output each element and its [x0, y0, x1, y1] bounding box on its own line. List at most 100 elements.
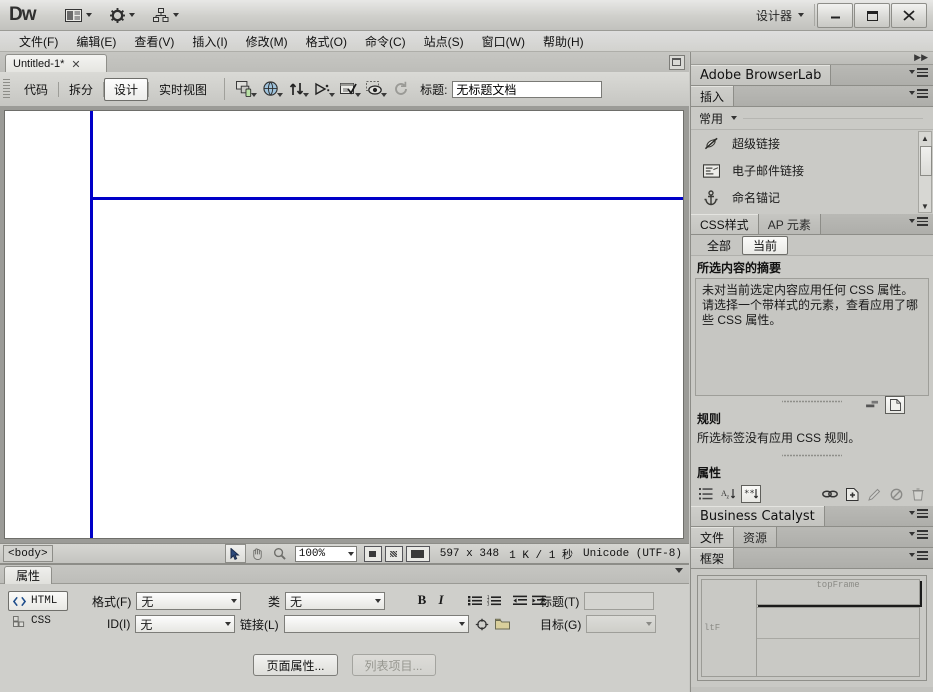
menu-help[interactable]: 帮助(H) — [534, 31, 593, 52]
panel-resize-grip[interactable] — [782, 398, 842, 405]
design-canvas[interactable] — [4, 110, 684, 539]
code-view-button[interactable]: 代码 — [14, 78, 58, 101]
link-select[interactable] — [284, 615, 469, 633]
files-panel-menu[interactable] — [907, 530, 928, 539]
css-mode-current-button[interactable]: 当前 — [742, 236, 788, 255]
tab-insert[interactable]: 插入 — [691, 86, 734, 106]
site-management-button[interactable] — [147, 3, 185, 27]
business-catalyst-panel-menu[interactable] — [907, 509, 928, 518]
menu-window[interactable]: 窗口(W) — [473, 31, 534, 52]
expand-panels-icon[interactable]: ▶▶ — [914, 53, 928, 62]
page-properties-button[interactable]: 页面属性... — [253, 654, 337, 676]
insert-panel-menu[interactable] — [907, 89, 928, 98]
html-mode-button[interactable]: HTML — [8, 591, 68, 611]
frame-left[interactable]: ltF — [701, 579, 757, 677]
menu-edit[interactable]: 编辑(E) — [67, 31, 125, 52]
refresh-design-view-button[interactable] — [388, 77, 414, 101]
alphabet-view-icon[interactable]: Az — [719, 486, 737, 502]
id-select[interactable]: 无 — [135, 615, 235, 633]
menu-file[interactable]: 文件(F) — [10, 31, 67, 52]
tab-files[interactable]: 文件 — [691, 527, 734, 547]
insert-list-scrollbar[interactable]: ▲ ▼ — [918, 131, 932, 213]
category-view-icon[interactable] — [697, 486, 715, 502]
menu-view[interactable]: 查看(V) — [125, 31, 183, 52]
visual-aids-button[interactable] — [362, 77, 388, 101]
live-view-button[interactable]: 实时视图 — [149, 78, 217, 101]
frame-top[interactable]: topFrame — [756, 579, 920, 605]
frames-diagram[interactable]: ltF topFrame — [697, 575, 927, 681]
target-select[interactable] — [586, 615, 656, 633]
class-select[interactable]: 无 — [285, 592, 385, 610]
scroll-up-icon[interactable]: ▲ — [919, 132, 931, 144]
frames-panel-menu[interactable] — [907, 551, 928, 560]
outdent-button[interactable] — [512, 592, 528, 608]
menu-insert[interactable]: 插入(I) — [183, 31, 236, 52]
scrollbar-thumb[interactable] — [920, 146, 932, 176]
tab-properties[interactable]: 属性 — [4, 566, 52, 584]
tab-css-styles[interactable]: CSS样式 — [691, 214, 759, 234]
tab-frames[interactable]: 框架 — [691, 548, 734, 568]
delete-property-icon[interactable] — [909, 486, 927, 502]
scroll-down-icon[interactable]: ▼ — [919, 200, 931, 212]
new-css-rule-icon[interactable] — [885, 396, 905, 414]
tab-ap-elements[interactable]: AP 元素 — [759, 214, 821, 234]
insert-item-email-link[interactable]: 电子邮件链接 — [691, 157, 933, 184]
file-management-button[interactable] — [284, 77, 310, 101]
window-size-medium-button[interactable] — [385, 546, 403, 562]
disable-property-icon[interactable] — [887, 486, 905, 502]
title-input[interactable] — [584, 592, 654, 610]
window-size-small-button[interactable] — [364, 546, 382, 562]
zoom-tool-button[interactable] — [269, 544, 290, 563]
edit-style-icon[interactable] — [865, 486, 883, 502]
close-button[interactable] — [891, 3, 927, 28]
design-view-button[interactable]: 设计 — [104, 78, 148, 101]
validate-markup-button[interactable] — [336, 77, 362, 101]
attach-style-sheet-icon[interactable] — [821, 486, 839, 502]
css-mode-all-button[interactable]: 全部 — [696, 236, 742, 255]
frame-main[interactable] — [756, 607, 920, 677]
show-category-view-icon[interactable] — [863, 396, 881, 412]
format-select[interactable]: 无 — [136, 592, 241, 610]
menu-site[interactable]: 站点(S) — [415, 31, 473, 52]
code-navigation-button[interactable] — [310, 77, 336, 101]
insert-item-named-anchor[interactable]: 命名锚记 — [691, 184, 933, 211]
css-mode-button[interactable]: CSS — [8, 611, 68, 631]
zoom-level-select[interactable]: 100% — [295, 546, 357, 562]
menu-modify[interactable]: 修改(M) — [237, 31, 297, 52]
preview-in-browser-button[interactable] — [258, 77, 284, 101]
restore-document-button[interactable] — [669, 55, 685, 70]
new-css-rule-button-icon[interactable] — [843, 486, 861, 502]
toolbar-gripper[interactable] — [3, 79, 10, 99]
browse-for-file-button[interactable] — [495, 616, 511, 632]
window-size-large-button[interactable] — [406, 546, 430, 562]
hand-tool-button[interactable] — [247, 544, 268, 563]
layout-switcher-button[interactable] — [59, 3, 98, 27]
collapse-panel-icon[interactable] — [675, 568, 683, 573]
point-to-file-button[interactable] — [474, 616, 490, 632]
ordered-list-button[interactable]: 123 — [486, 592, 502, 608]
select-tool-button[interactable] — [225, 544, 246, 563]
split-view-button[interactable]: 拆分 — [59, 78, 103, 101]
maximize-button[interactable] — [854, 3, 890, 28]
tag-selector[interactable]: <body> — [3, 545, 53, 562]
tab-assets[interactable]: 资源 — [734, 527, 777, 547]
css-panel-menu[interactable] — [907, 217, 928, 226]
insert-item-hyperlink[interactable]: 超级链接 — [691, 130, 933, 157]
tab-business-catalyst[interactable]: Business Catalyst — [691, 506, 825, 526]
panel-resize-grip[interactable] — [782, 452, 842, 459]
minimize-button[interactable] — [817, 3, 853, 28]
unordered-list-button[interactable] — [467, 592, 483, 608]
multiscreen-preview-button[interactable] — [232, 77, 258, 101]
frame-border-vertical[interactable] — [90, 111, 93, 538]
document-title-input[interactable] — [452, 81, 602, 98]
menu-commands[interactable]: 命令(C) — [356, 31, 415, 52]
document-tab[interactable]: Untitled-1* ✕ — [5, 54, 107, 73]
workspace-switcher[interactable]: 设计器 — [746, 5, 812, 26]
set-properties-view-icon[interactable]: ** — [741, 485, 761, 503]
tab-adobe-browserlab[interactable]: Adobe BrowserLab — [691, 65, 831, 85]
italic-button[interactable]: I — [433, 592, 449, 608]
menu-format[interactable]: 格式(O) — [297, 31, 356, 52]
frame-border-horizontal[interactable] — [90, 197, 683, 200]
extend-settings-button[interactable] — [104, 3, 141, 27]
list-item-button[interactable]: 列表项目... — [352, 654, 436, 676]
